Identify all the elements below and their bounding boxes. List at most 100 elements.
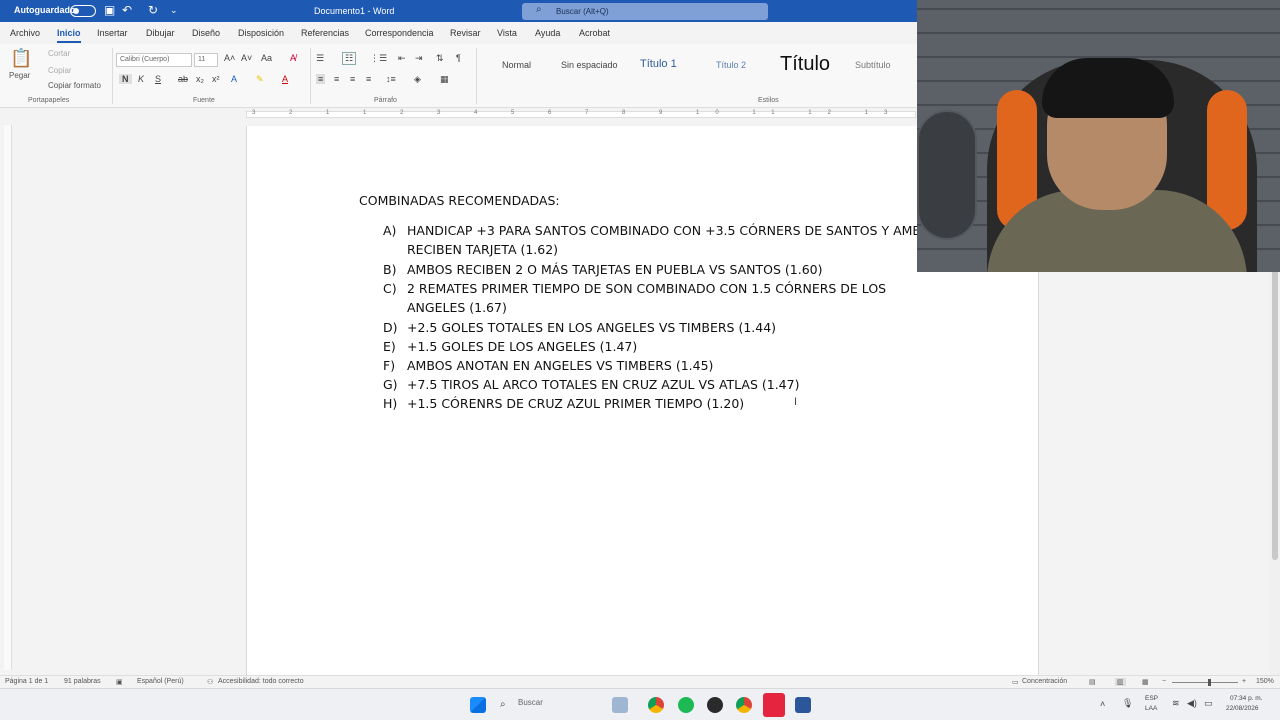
davinci-icon[interactable] [707,697,723,713]
language-indicator-sub[interactable]: LAA [1145,705,1157,712]
list-item-continuation[interactable]: RECIBEN TARJETA (1.62) [407,242,558,257]
bullets-icon[interactable]: ☰ [316,53,324,64]
widgets-icon[interactable] [612,697,628,713]
multilevel-list-icon[interactable]: ⋮☰ [370,53,387,64]
decrease-indent-icon[interactable]: ⇤ [398,53,406,64]
spotify-icon[interactable] [678,697,694,713]
tab-revisar[interactable]: Revisar [450,28,481,38]
list-item[interactable]: A) HANDICAP +3 PARA SANTOS COMBINADO CON … [383,223,939,238]
cut-button[interactable]: Cortar [48,49,70,58]
line-spacing-icon[interactable]: ↕≡ [386,74,396,84]
superscript-icon[interactable]: x² [212,74,220,84]
zoom-out-icon[interactable]: − [1162,678,1166,685]
borders-icon[interactable]: ▦ [440,74,449,85]
paste-button[interactable]: Pegar [9,71,30,80]
zoom-level[interactable]: 150% [1256,678,1274,685]
document-heading[interactable]: COMBINADAS RECOMENDADAS: [359,193,560,208]
list-item[interactable]: H) +1.5 CÓRENRS DE CRUZ AZUL PRIMER TIEMP… [383,396,744,411]
zoom-slider[interactable] [1172,682,1238,683]
word-count[interactable]: 91 palabras [64,678,101,685]
tab-dibujar[interactable]: Dibujar [146,28,175,38]
taskbar-search[interactable]: Buscar [518,698,543,707]
search-box[interactable]: ⌕ Buscar (Alt+Q) [522,3,768,20]
italic-button[interactable]: K [138,74,144,84]
align-center-icon[interactable]: ≡ [334,74,339,84]
web-layout-icon[interactable]: ▦ [1142,678,1149,686]
focus-mode[interactable]: Concentración [1022,678,1067,685]
list-item[interactable]: F) AMBOS ANOTAN EN ANGELES VS TIMBERS (1.… [383,358,713,373]
print-layout-icon[interactable]: ▥ [1115,678,1126,686]
tab-archivo[interactable]: Archivo [10,28,40,38]
list-item[interactable]: D) +2.5 GOLES TOTALES EN LOS ANGELES VS T… [383,320,776,335]
tab-disposicion[interactable]: Disposición [238,28,284,38]
tab-inicio[interactable]: Inicio [57,28,81,43]
style-titulo-2[interactable]: Título 2 [716,60,746,70]
volume-icon[interactable]: ◀) [1187,698,1197,709]
change-case-icon[interactable]: Aa [261,53,272,63]
subscript-icon[interactable]: x₂ [196,74,204,84]
redo-icon[interactable]: ↻ [148,3,158,17]
customize-toolbar-icon[interactable]: ⌄ [170,5,178,16]
list-item-continuation[interactable]: ANGELES (1.67) [407,300,507,315]
align-left-icon[interactable]: ≡ [316,74,326,84]
zoom-in-icon[interactable]: + [1242,678,1246,685]
language-indicator[interactable]: ESP [1145,695,1158,702]
scrollbar-thumb[interactable] [1272,240,1278,560]
copy-button[interactable]: Copiar [48,66,72,75]
numbering-icon[interactable]: ☷ [342,52,357,65]
tab-ayuda[interactable]: Ayuda [535,28,560,38]
language-status[interactable]: Español (Perú) [137,678,184,685]
tab-referencias[interactable]: Referencias [301,28,349,38]
sort-icon[interactable]: ⇅ [436,53,444,64]
show-marks-icon[interactable]: ¶ [456,53,461,63]
windows-start-icon[interactable] [470,697,486,713]
tab-insertar[interactable]: Insertar [97,28,128,38]
focus-icon[interactable]: ▭ [1012,678,1019,686]
tray-chevron-icon[interactable]: ˄ [1100,699,1105,709]
list-item[interactable]: C) 2 REMATES PRIMER TIEMPO DE SON COMBINA… [383,281,886,296]
wifi-icon[interactable]: ≋ [1172,698,1180,709]
word-icon[interactable] [795,697,811,713]
align-right-icon[interactable]: ≡ [350,74,355,84]
style-titulo-1[interactable]: Título 1 [640,58,677,70]
tab-correspondencia[interactable]: Correspondencia [365,28,434,38]
tab-acrobat[interactable]: Acrobat [579,28,610,38]
grow-font-icon[interactable]: A˄ [224,53,235,63]
bold-button[interactable]: N [119,74,132,84]
battery-icon[interactable]: ▭ [1204,698,1213,709]
style-sin-espaciado[interactable]: Sin espaciado [561,60,618,70]
page-count[interactable]: Página 1 de 1 [5,678,48,685]
paste-icon[interactable]: 📋 [10,48,32,69]
vertical-ruler[interactable] [4,125,12,670]
font-name-select[interactable]: Calibri (Cuerpo) [116,53,192,67]
proofing-icon[interactable]: ▣ [116,678,123,686]
style-normal[interactable]: Normal [502,60,531,70]
style-subtitulo[interactable]: Subtítulo [855,60,891,70]
list-item[interactable]: G) +7.5 TIROS AL ARCO TOTALES EN CRUZ AZU… [383,377,799,392]
save-icon[interactable]: ▣ [104,3,115,17]
format-painter-button[interactable]: Copiar formato [48,81,101,90]
highlight-icon[interactable]: ✎ [256,74,264,85]
clear-format-icon[interactable]: A̸ [290,53,296,63]
style-titulo[interactable]: Título [780,53,830,76]
zoom-slider-thumb[interactable] [1208,679,1211,686]
shrink-font-icon[interactable]: A˅ [241,53,252,63]
autosave-toggle[interactable] [70,5,96,17]
list-item[interactable]: E) +1.5 GOLES DE LOS ANGELES (1.47) [383,339,637,354]
font-size-select[interactable]: 11 [194,53,218,67]
tab-vista[interactable]: Vista [497,28,517,38]
chrome-profile-icon[interactable] [736,697,752,713]
mic-icon[interactable]: 🎙 [1122,698,1133,709]
search-icon[interactable]: ⌕ [500,699,506,710]
shading-icon[interactable]: ◈ [414,74,421,85]
font-color-icon[interactable]: A [282,74,288,84]
clock-date[interactable]: 22/08/2026 [1226,705,1259,712]
undo-icon[interactable]: ↶ [122,3,132,17]
tab-diseno[interactable]: Diseño [192,28,220,38]
clock-time[interactable]: 07:34 p. m. [1230,695,1263,702]
chrome-icon[interactable] [648,697,664,713]
underline-button[interactable]: S [155,74,161,84]
list-item[interactable]: B) AMBOS RECIBEN 2 O MÁS TARJETAS EN PUEB… [383,262,822,277]
text-effects-icon[interactable]: A [231,74,237,84]
read-mode-icon[interactable]: ▤ [1089,678,1096,686]
